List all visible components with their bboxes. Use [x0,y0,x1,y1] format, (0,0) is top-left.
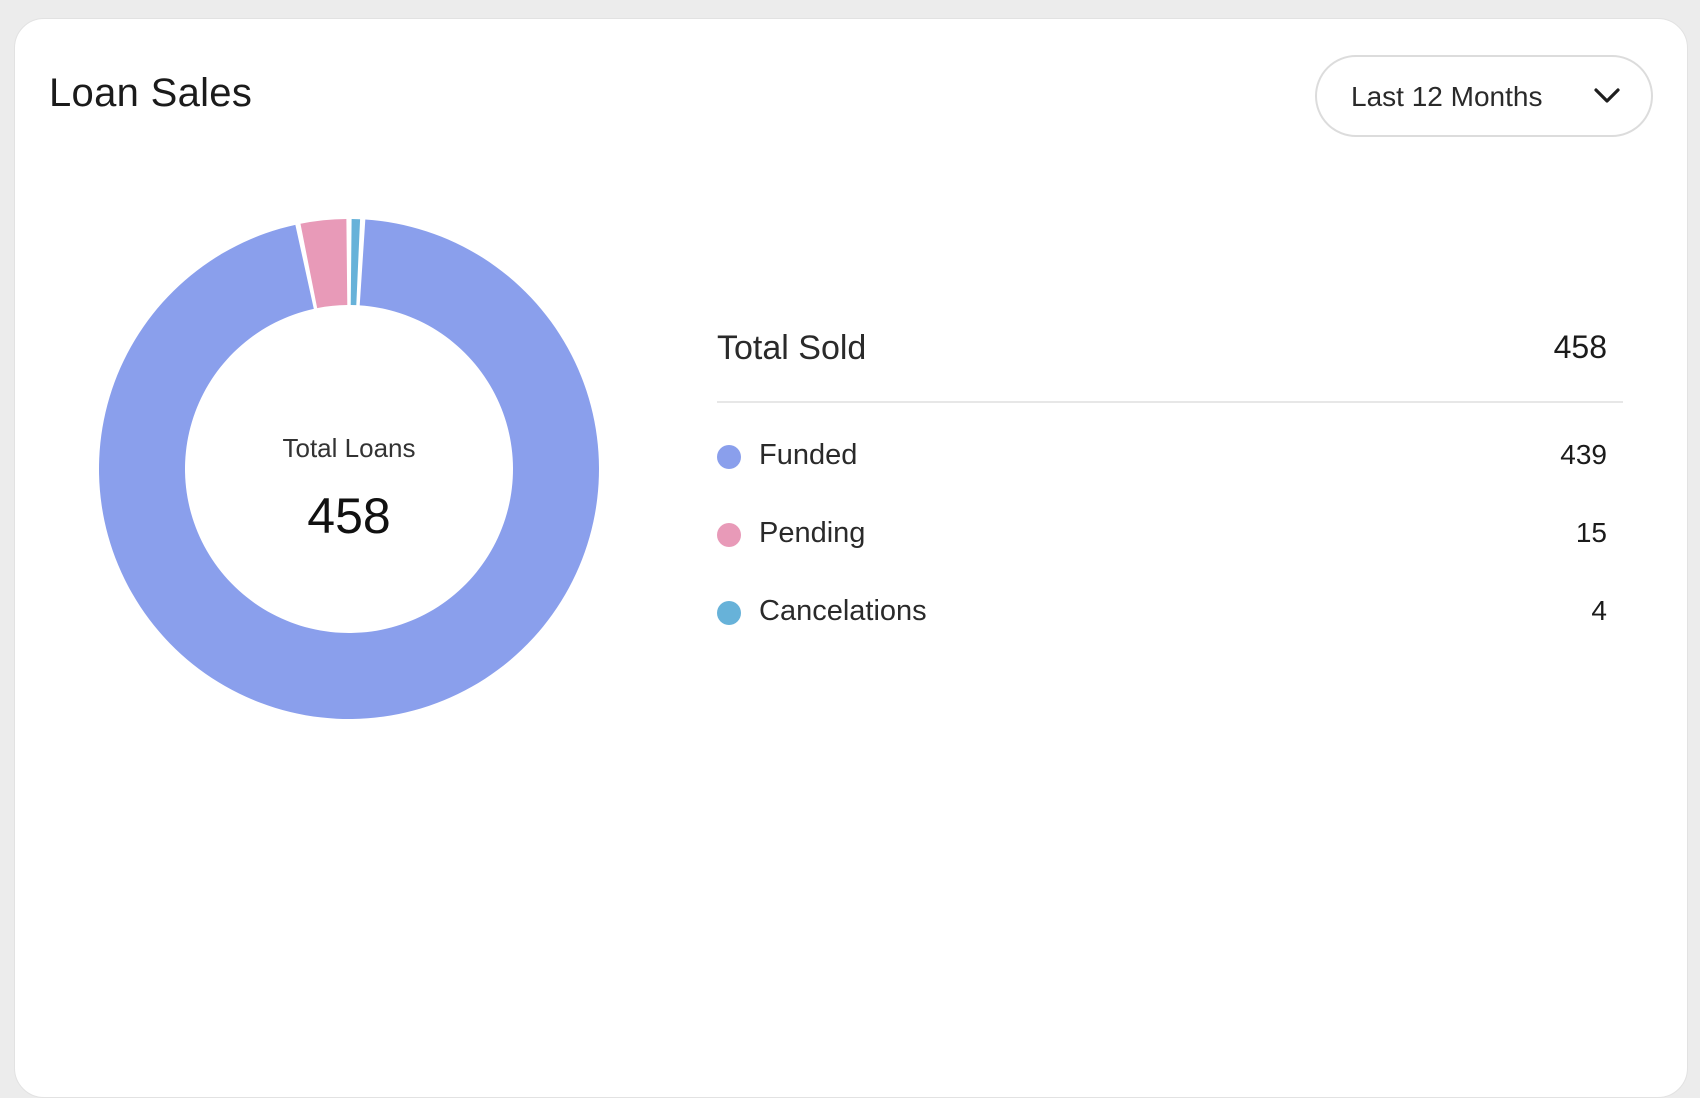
loan-sales-card: Loan Sales Last 12 Months Total Loans 45… [14,18,1688,1098]
total-sold-label: Total Sold [717,329,867,367]
cancelations-dot-icon [717,601,741,625]
legend-value: 439 [1560,439,1607,470]
pending-dot-icon [717,523,741,547]
donut-center-label: Total Loans [282,433,416,463]
legend-label: Cancelations [759,595,927,627]
funded-dot-icon [717,445,741,469]
legend-item-pending: Pending 15 [717,497,1623,575]
donut-slice-funded[interactable] [99,219,599,720]
legend-label: Funded [759,439,858,471]
legend-value: 4 [1591,595,1607,626]
total-sold-row: Total Sold 458 [717,325,1623,403]
donut-slice-cancelations[interactable] [350,219,361,306]
legend-item-funded: Funded 439 [717,419,1623,497]
donut-chart [99,219,599,720]
legend-value: 15 [1575,517,1607,548]
total-sold-value: 458 [1553,329,1607,365]
card-title: Loan Sales [49,71,253,115]
chevron-down-icon [1594,88,1620,103]
summary-panel: Total Sold 458 Funded 439 Pending 15 Can… [717,325,1623,653]
period-dropdown[interactable]: Last 12 Months [1315,55,1653,137]
legend-label: Pending [759,517,866,549]
legend-item-cancelations: Cancelations 4 [717,575,1623,653]
donut-center-value: 458 [307,488,391,544]
period-dropdown-label: Last 12 Months [1351,81,1543,112]
legend-list: Funded 439 Pending 15 Cancelations 4 [717,403,1623,653]
